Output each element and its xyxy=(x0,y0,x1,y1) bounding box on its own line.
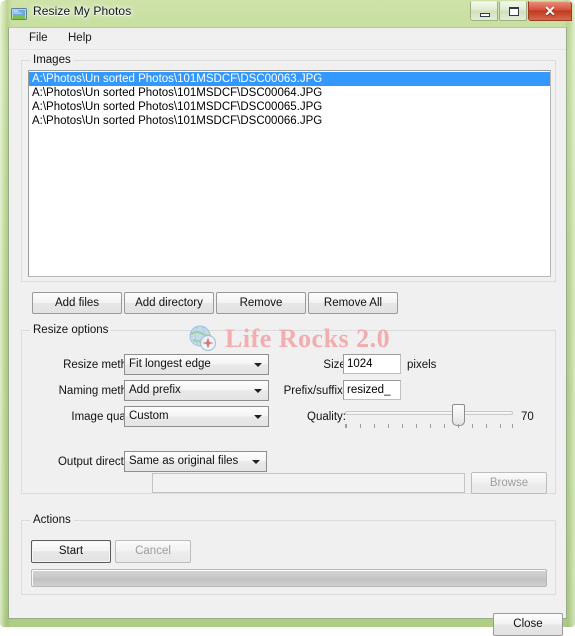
quality-slider[interactable] xyxy=(345,402,513,432)
maximize-icon xyxy=(509,7,519,16)
list-item[interactable]: A:\Photos\Un sorted Photos\101MSDCF\DSC0… xyxy=(29,72,550,86)
naming-method-select[interactable]: Add prefix xyxy=(124,380,269,401)
list-item[interactable]: A:\Photos\Un sorted Photos\101MSDCF\DSC0… xyxy=(29,114,550,128)
chevron-down-icon xyxy=(254,415,262,419)
quality-label: Quality: xyxy=(307,411,346,423)
resize-options-group-label: Resize options xyxy=(30,324,112,336)
close-icon: ✕ xyxy=(544,3,556,19)
slider-tick xyxy=(444,424,445,428)
quality-slider-thumb[interactable] xyxy=(452,404,465,426)
add-directory-button[interactable]: Add directory xyxy=(124,292,214,314)
list-item[interactable]: A:\Photos\Un sorted Photos\101MSDCF\DSC0… xyxy=(29,86,550,100)
title-bar[interactable]: Resize My Photos ✕ xyxy=(0,0,575,28)
slider-tick xyxy=(472,424,473,428)
maximize-button[interactable] xyxy=(499,1,527,21)
size-input[interactable]: 1024 xyxy=(343,354,401,374)
slider-tick xyxy=(360,424,361,428)
remove-all-button[interactable]: Remove All xyxy=(308,292,398,314)
client-area: File Help Images A:\Photos\Un sorted Pho… xyxy=(8,27,567,636)
chevron-down-icon xyxy=(252,460,260,464)
output-directory-select[interactable]: Same as original files xyxy=(124,451,267,472)
close-window-button[interactable]: ✕ xyxy=(528,1,572,21)
actions-group-label: Actions xyxy=(30,514,74,526)
slider-tick xyxy=(416,424,417,428)
slider-tick xyxy=(458,424,459,428)
minimize-button[interactable] xyxy=(470,1,498,21)
window-title: Resize My Photos xyxy=(33,4,132,18)
slider-tick xyxy=(486,424,487,428)
remove-button[interactable]: Remove xyxy=(216,292,306,314)
images-group-label: Images xyxy=(30,54,74,66)
list-item[interactable]: A:\Photos\Un sorted Photos\101MSDCF\DSC0… xyxy=(29,100,550,114)
photo-resize-icon xyxy=(11,6,27,22)
chevron-down-icon xyxy=(254,363,262,367)
menu-bar: File Help xyxy=(9,28,566,50)
resize-method-value: Fit longest edge xyxy=(129,358,211,370)
menu-item-help[interactable]: Help xyxy=(61,31,99,45)
output-directory-path-input[interactable] xyxy=(152,473,465,493)
size-unit-label: pixels xyxy=(407,359,437,371)
slider-tick xyxy=(374,424,375,428)
window-frame: Resize My Photos ✕ File Help Images A:\P… xyxy=(0,0,575,636)
quality-value: 70 xyxy=(521,411,534,423)
browse-button[interactable]: Browse xyxy=(471,472,547,494)
start-button[interactable]: Start xyxy=(31,540,111,563)
minimize-icon xyxy=(480,13,490,17)
output-directory-value: Same as original files xyxy=(129,455,239,467)
progress-bar xyxy=(31,569,547,587)
slider-tick xyxy=(512,424,513,428)
quality-slider-track[interactable] xyxy=(345,411,513,415)
prefix-suffix-label: Prefix/suffix: xyxy=(283,385,346,397)
chevron-down-icon xyxy=(254,389,262,393)
menu-item-file[interactable]: File xyxy=(22,31,55,45)
slider-tick xyxy=(402,424,403,428)
slider-tick xyxy=(430,424,431,428)
slider-tick xyxy=(500,424,501,428)
resize-method-select[interactable]: Fit longest edge xyxy=(124,354,269,375)
prefix-suffix-input[interactable]: resized_ xyxy=(343,380,401,400)
cancel-button[interactable]: Cancel xyxy=(115,540,191,563)
slider-tick xyxy=(388,424,389,428)
image-quality-value: Custom xyxy=(129,410,169,422)
image-quality-select[interactable]: Custom xyxy=(124,406,269,427)
naming-method-value: Add prefix xyxy=(129,384,181,396)
slider-tick xyxy=(346,424,347,428)
close-button[interactable]: Close xyxy=(493,613,563,636)
slider-tick xyxy=(345,424,346,428)
add-files-button[interactable]: Add files xyxy=(32,292,122,314)
image-file-list[interactable]: A:\Photos\Un sorted Photos\101MSDCF\DSC0… xyxy=(28,70,551,277)
